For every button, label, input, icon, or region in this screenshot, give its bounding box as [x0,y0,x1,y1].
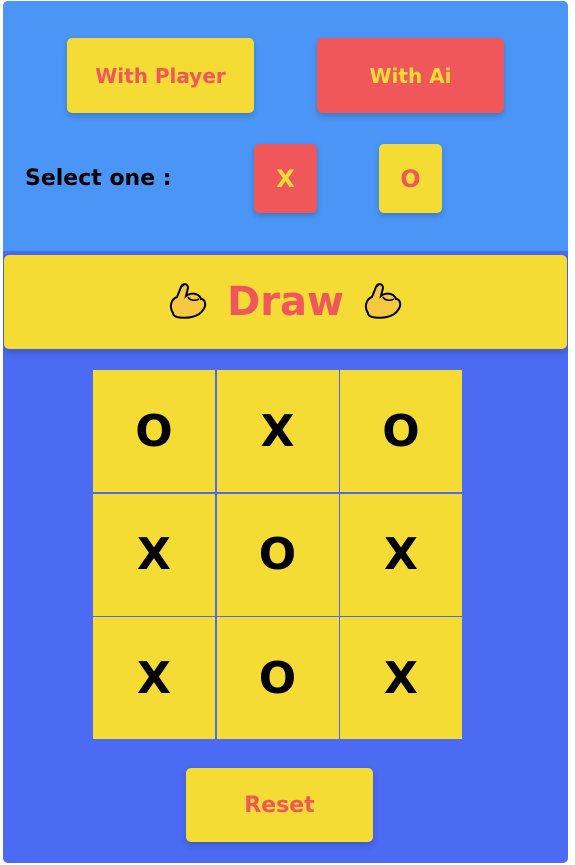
select-one-label: Select one : [25,166,172,191]
board-cell[interactable]: X [340,493,462,616]
board-cell[interactable]: X [93,493,215,616]
with-player-button[interactable]: With Player [67,38,254,113]
board-cell[interactable]: X [93,617,215,739]
game-status-banner: Draw [4,255,567,349]
select-o-button[interactable]: O [379,144,442,213]
board-cell[interactable]: O [216,617,339,739]
status-text: Draw [227,279,344,325]
select-x-button[interactable]: X [254,144,317,213]
board-cell[interactable]: X [216,370,339,492]
board-cell[interactable]: O [340,370,462,492]
with-ai-button[interactable]: With Ai [317,38,504,113]
game-board: O X O X O X X O X [93,370,462,739]
game-container: With Player With Ai Select one : X O Dra… [3,1,568,863]
flexed-biceps-icon [169,283,207,319]
board-cell[interactable]: O [93,370,215,492]
board-cell[interactable]: O [216,493,339,616]
board-cell[interactable]: X [340,617,462,739]
flexed-biceps-icon [364,283,402,319]
reset-button[interactable]: Reset [186,768,373,842]
mode-selection-panel: With Player With Ai Select one : X O [3,1,568,251]
